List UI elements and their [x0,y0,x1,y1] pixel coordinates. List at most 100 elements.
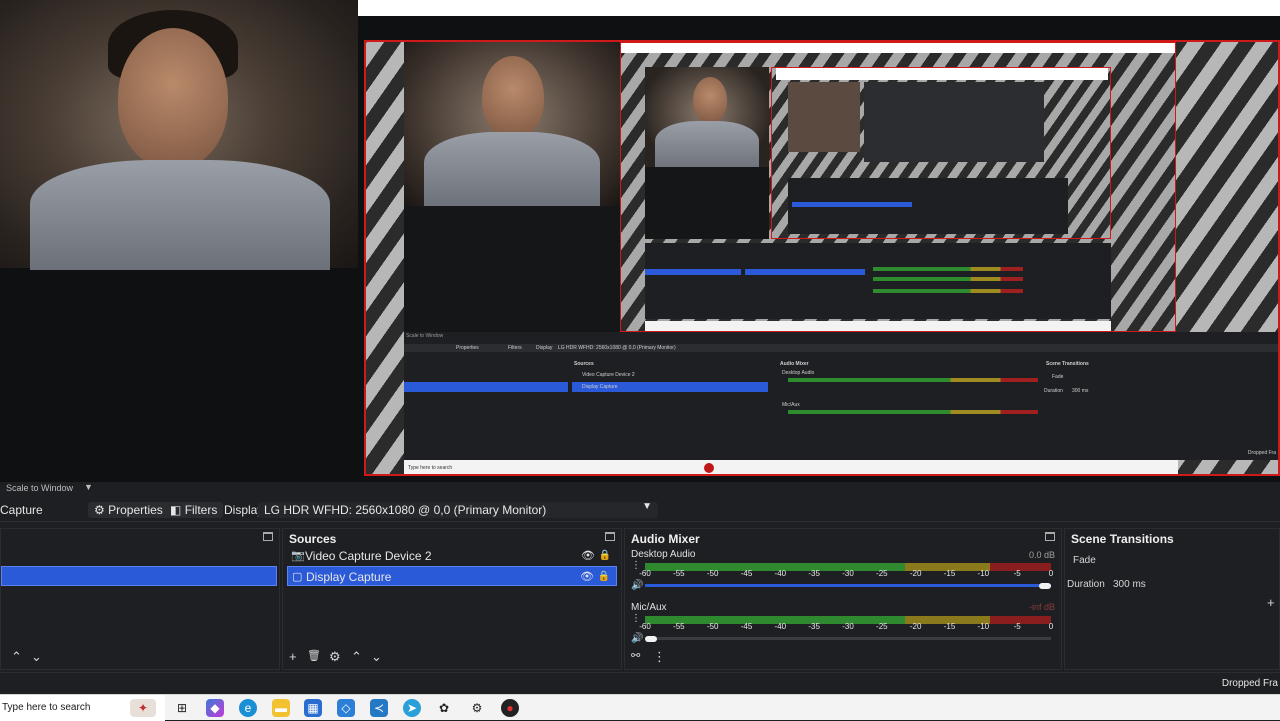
meter-tick-label: -25 [876,622,888,631]
meter-tick-label: -20 [909,569,922,578]
volume-slider-knob[interactable] [1039,583,1051,589]
windows-taskbar: Type here to search ✦ ⊞ ◆ e ▬ ▦ ◇ ≺ ➤ ✿ … [0,694,1280,721]
filters-button[interactable]: ◧ Filters [164,502,224,518]
add-icon[interactable]: + [289,649,297,664]
move-up-icon[interactable]: ⌃ [351,649,362,665]
nested-display [620,42,1176,332]
properties-button[interactable]: ⚙ Properties [88,502,169,518]
undock-icon[interactable] [263,532,273,541]
duration-value[interactable]: 300 ms [1113,579,1146,590]
task-view-icon[interactable]: ⊞ [173,699,191,717]
dropped-frames-status: Dropped Fra [1221,678,1278,689]
channel-db: -inf dB [1028,602,1055,612]
move-down-icon[interactable]: ⌄ [31,649,42,665]
store-icon[interactable]: ▦ [304,699,322,717]
cortana-icon[interactable]: ✦ [130,699,156,717]
properties-label: Properties [108,503,163,517]
selected-source-name: Capture [0,503,43,517]
kebab-menu-icon[interactable]: ⋮ [653,649,666,665]
mixer-title: Audio Mixer [631,532,700,546]
move-up-icon[interactable]: ⌃ [11,649,22,665]
file-explorer-icon[interactable]: ▬ [272,699,290,717]
status-bar: Dropped Fra [0,672,1280,694]
volume-slider[interactable] [645,584,1051,587]
scale-dropdown-bar[interactable]: Scale to Window ▼ [0,482,1280,496]
meter-tick-label: -60 [639,622,651,631]
filter-icon: ◧ [170,503,182,517]
meter-tick-label: -5 [1013,569,1021,578]
meter-tick-label: -15 [943,622,956,631]
speaker-icon[interactable]: 🔊 [631,580,643,591]
gear-icon: ⚙ [94,503,105,517]
lock-icon[interactable]: 🔒 [598,567,610,587]
monitor-icon: ▢ [292,571,303,583]
meter-tick-label: -50 [706,622,719,631]
eye-icon[interactable]: 👁 [580,567,594,587]
scene-item-selected[interactable] [1,566,277,586]
add-icon[interactable]: + [1267,595,1275,610]
meter-ticks: -60 -55 -50 -45 -40 -35 -30 -25 -20 -15 -10 -5 0 [639,569,1054,579]
undock-icon[interactable] [605,532,615,541]
meter-tick-label: -40 [774,622,787,631]
speaker-icon[interactable]: 🔊 [631,633,643,644]
telegram-icon[interactable]: ➤ [403,699,421,717]
sources-dock: Sources 📷 Video Capture Device 2 👁 🔒 ▢ D… [282,528,622,670]
meter-tick-label: -40 [774,569,787,578]
scale-label: Scale to Window [6,483,74,493]
meter-tick-label: -30 [842,569,854,578]
filters-label: Filters [184,503,218,517]
meter-tick-label: -30 [842,622,854,631]
trash-icon[interactable]: 🗑 [307,649,321,662]
meter-tick-label: -45 [740,569,753,578]
meter-tick-label: -35 [808,622,820,631]
nested-taskbar: Type here to search [404,460,1178,474]
meter-tick-label: -55 [673,622,685,631]
link-icon[interactable]: ⚯ [631,649,640,662]
duration-label: Duration [1067,579,1105,590]
meter-tick-label: 0 [1048,622,1054,631]
channel-name: Mic/Aux [631,602,667,613]
meter-tick-label: -10 [977,569,990,578]
undock-icon[interactable] [1045,532,1055,541]
scenes-dock: ⌃ ⌄ [0,528,280,670]
channel-db: 0.0 dB [1028,550,1055,560]
obs-icon[interactable]: ● [501,699,519,717]
preview-canvas[interactable]: Scale to Window Properties Filters Displ… [0,0,1280,482]
copilot-icon[interactable]: ◆ [206,699,224,717]
move-down-icon[interactable]: ⌄ [371,649,382,665]
volume-slider-knob[interactable] [645,636,657,642]
source-item-video-capture[interactable]: 📷 Video Capture Device 2 👁 🔒 [287,546,617,566]
meter-tick-label: -35 [808,569,820,578]
lock-icon[interactable]: 🔒 [599,546,611,566]
meter-tick-label: -5 [1013,622,1021,631]
settings-icon[interactable]: ⚙ [468,699,486,717]
channel-name: Desktop Audio [631,549,696,560]
chatgpt-icon[interactable]: ✿ [435,699,453,717]
network-icon[interactable]: ◇ [337,699,355,717]
meter-tick-label: -55 [673,569,685,578]
scene-transitions-dock: Scene Transitions Fade Duration 300 ms + [1064,528,1280,670]
camera-icon: 📷 [291,550,305,562]
nested-obs-panels: Scale to Window Properties Filters Displ… [404,332,1278,460]
meter-ticks: -60 -55 -50 -45 -40 -35 -30 -25 -20 -15 -10 -5 0 [639,622,1054,632]
display-select[interactable]: LG HDR WFHD: 2560x1080 @ 0,0 (Primary Mo… [258,501,658,518]
chevron-down-icon: ▼ [642,501,652,512]
meter-tick-label: -25 [876,569,888,578]
source-label: Video Capture Device 2 [305,549,432,563]
nested-webcam [404,42,620,206]
meter-tick-label: -50 [706,569,719,578]
edge-icon[interactable]: e [239,699,257,717]
vscode-icon[interactable]: ≺ [370,699,388,717]
source-label: Display Capture [306,570,392,584]
meter-tick-label: -60 [639,569,651,578]
transition-select[interactable]: Fade [1073,555,1096,566]
eye-icon[interactable]: 👁 [581,546,595,566]
source-item-display-capture[interactable]: ▢ Display Capture 👁 🔒 [287,566,617,586]
meter-tick-label: 0 [1048,569,1054,578]
volume-slider[interactable] [645,637,1051,640]
transitions-title: Scene Transitions [1071,532,1174,546]
gear-icon[interactable]: ⚙ [329,649,341,665]
display-capture-source[interactable]: Scale to Window Properties Filters Displ… [364,40,1280,476]
chevron-down-icon[interactable]: ▼ [84,482,93,492]
captured-screen-top [358,0,1280,16]
